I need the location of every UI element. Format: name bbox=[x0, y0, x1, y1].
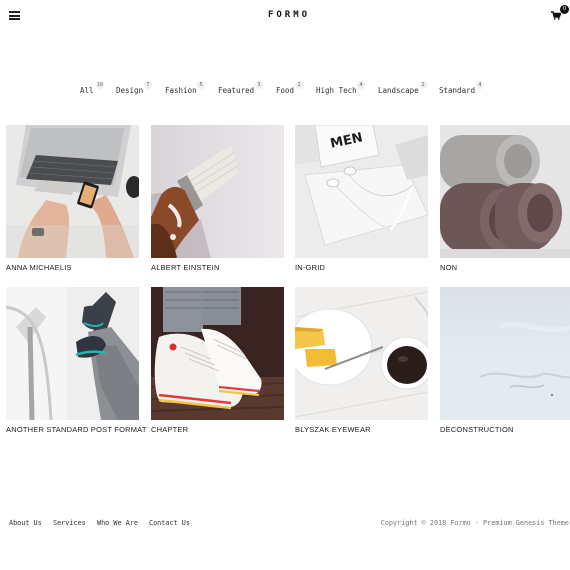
post-title[interactable]: CHAPTER bbox=[151, 425, 188, 434]
sneakers-legs-photo[interactable] bbox=[6, 287, 139, 420]
paintbrush-photo[interactable] bbox=[151, 125, 284, 258]
folded-towels-photo[interactable] bbox=[440, 125, 570, 258]
footer-link-services[interactable]: Services bbox=[53, 519, 86, 527]
post-title[interactable]: ALBERT EINSTEIN bbox=[151, 263, 220, 272]
footer-link-about-us[interactable]: About Us bbox=[9, 519, 42, 527]
white-sneakers-photo[interactable] bbox=[151, 287, 284, 420]
footer-link-who-we-are[interactable]: Who We Are bbox=[97, 519, 138, 527]
breakfast-coffee-photo[interactable] bbox=[295, 287, 428, 420]
post-title[interactable]: IN-GRID bbox=[295, 263, 325, 272]
post-title[interactable]: BLYSZAK EYEWEAR bbox=[295, 425, 371, 434]
earphones-notebook-photo[interactable]: MEN bbox=[295, 125, 428, 258]
copyright-text: Copyright © 2018 Formo · Premium Genesis… bbox=[380, 519, 569, 527]
post-title[interactable]: ANNA MICHAELIS bbox=[6, 263, 72, 272]
post-title[interactable]: DECONSTRUCTION bbox=[440, 425, 514, 434]
portfolio-grid: ANNA MICHAELIS ALBERT EINSTEIN MEN IN-GR… bbox=[0, 0, 570, 570]
laptop-phone-photo[interactable] bbox=[6, 125, 139, 258]
footer-link-contact-us[interactable]: Contact Us bbox=[149, 519, 190, 527]
snowy-landscape-photo[interactable] bbox=[440, 287, 570, 420]
post-title[interactable]: NON bbox=[440, 263, 457, 272]
post-title[interactable]: ANOTHER STANDARD POST FORMAT bbox=[6, 425, 147, 434]
